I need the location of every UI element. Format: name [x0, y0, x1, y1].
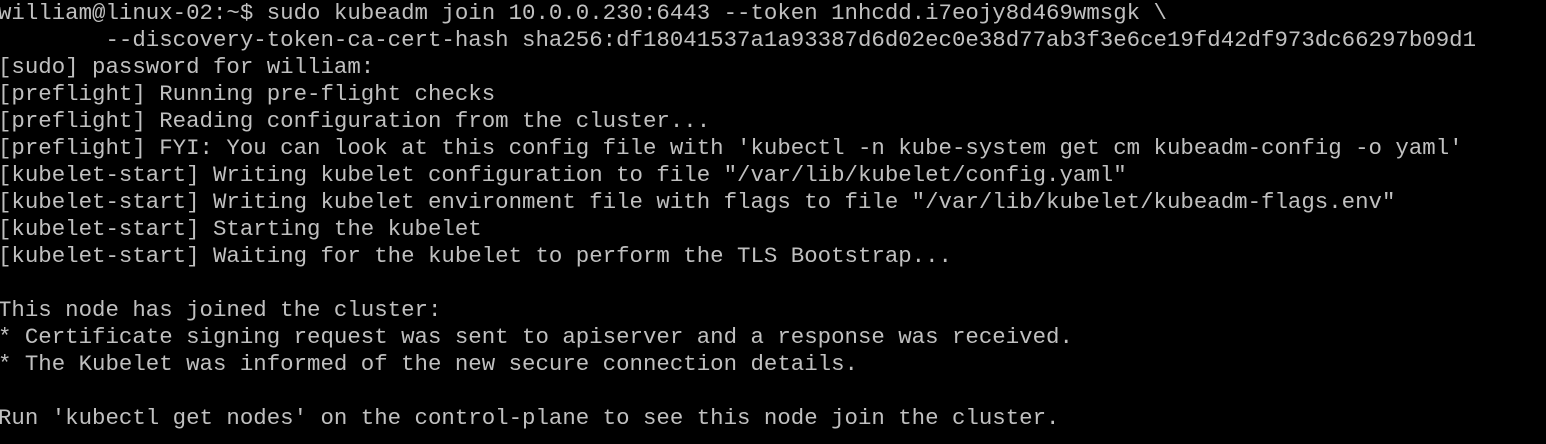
output-line: [kubelet-start] Writing kubelet configur… [0, 162, 1127, 188]
terminal-window[interactable]: william@linux-02:~$ sudo kubeadm join 10… [0, 0, 1546, 444]
output-line: [preflight] Running pre-flight checks [0, 81, 496, 107]
output-line: [kubelet-start] Writing kubelet environm… [0, 189, 1396, 215]
output-line: * Certificate signing request was sent t… [0, 324, 1073, 350]
output-line: * The Kubelet was informed of the new se… [0, 351, 858, 377]
output-line: [kubelet-start] Waiting for the kubelet … [0, 243, 952, 269]
output-line: This node has joined the cluster: [0, 297, 442, 323]
command-continuation-line: --discovery-token-ca-cert-hash sha256:df… [0, 27, 1477, 53]
output-line: [kubelet-start] Starting the kubelet [0, 216, 482, 242]
output-line: [preflight] Reading configuration from t… [0, 108, 711, 134]
command-line: william@linux-02:~$ sudo kubeadm join 10… [0, 0, 1167, 26]
sudo-password-prompt: [sudo] password for william: [0, 54, 375, 80]
output-line: Run 'kubectl get nodes' on the control-p… [0, 405, 1060, 431]
output-line: [preflight] FYI: You can look at this co… [0, 135, 1463, 161]
